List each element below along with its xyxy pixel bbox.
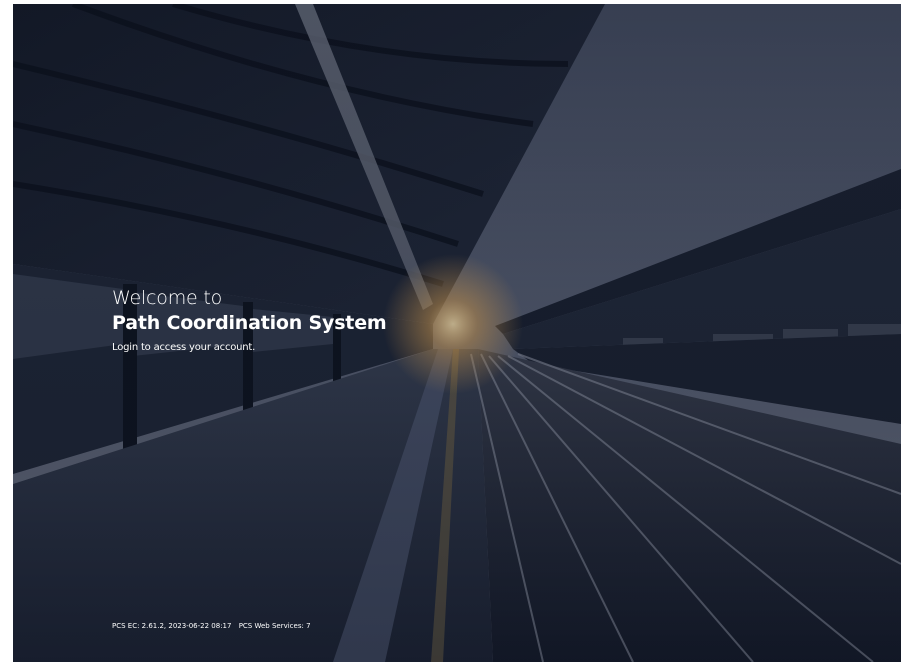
ec-version-text: PCS EC: 2.61.2, 2023-06-22 08:17: [112, 622, 232, 630]
login-subtitle: Login to access your account.: [112, 342, 256, 353]
welcome-greeting: Welcome to: [112, 287, 223, 309]
login-background: Welcome to Path Coordination System Logi…: [13, 4, 901, 662]
web-services-version-text: PCS Web Services: 7: [238, 622, 311, 630]
welcome-block: Welcome to Path Coordination System Logi…: [112, 286, 387, 357]
version-info: PCS EC: 2.61.2, 2023-06-22 08:17 PCS Web…: [112, 621, 311, 631]
system-name: Path Coordination System: [112, 312, 387, 334]
